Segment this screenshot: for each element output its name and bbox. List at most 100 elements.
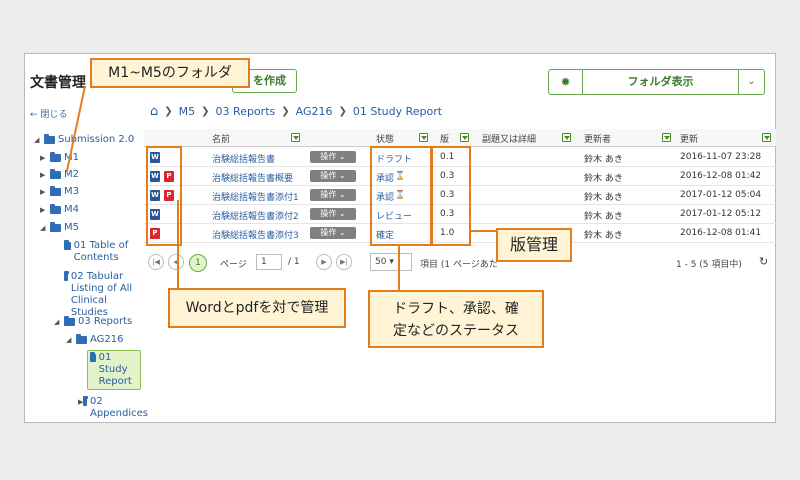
tree-item-toc[interactable]: 01 Table of Contents	[64, 240, 136, 264]
arrow-left-icon: ←	[30, 110, 38, 120]
chevron-down-icon[interactable]: ⌄	[738, 70, 764, 94]
doc-name[interactable]: 治験総括報告書概要	[212, 171, 293, 184]
filter-icon[interactable]	[460, 133, 469, 142]
doc-updated: 2016-11-07 23:28	[680, 152, 762, 162]
operation-button[interactable]: 操作 ⌄	[310, 189, 356, 201]
expanded-icon[interactable]: ◢	[34, 136, 44, 144]
filter-icon[interactable]	[562, 133, 571, 142]
doc-updated: 2017-01-12 05:04	[680, 190, 762, 200]
pager-summary: 1 - 5 (5 項目中)	[676, 260, 742, 270]
doc-updater: 鈴木 あき	[584, 193, 623, 203]
breadcrumb-separator: ❯	[201, 106, 210, 117]
leader-line-word-pdf	[177, 200, 179, 292]
breadcrumb-separator: ❯	[338, 106, 347, 117]
folder-icon	[83, 396, 88, 406]
tree-label: 02 Appendices	[89, 396, 148, 419]
tree-item-appendices[interactable]: ▶ 02 Appendices	[78, 396, 148, 420]
col-updated[interactable]: 更新	[680, 132, 698, 145]
filter-icon[interactable]	[291, 133, 300, 142]
tree-item-m4[interactable]: ▶ M4	[40, 204, 79, 216]
close-panel-link[interactable]: ← 閉じる	[30, 107, 67, 120]
collapsed-icon[interactable]: ▶	[40, 206, 50, 214]
filter-icon[interactable]	[419, 133, 428, 142]
expanded-icon[interactable]: ◢	[40, 224, 50, 232]
callout-word-pdf: Wordとpdfを対で管理	[168, 288, 346, 328]
doc-name[interactable]: 治験総括報告書添付2	[212, 209, 299, 222]
doc-updated: 2016-12-08 01:41	[680, 228, 762, 238]
callout-version: 版管理	[496, 228, 572, 262]
folder-icon	[50, 204, 61, 214]
prev-page-icon[interactable]: ◀	[168, 254, 184, 270]
folder-icon	[50, 169, 61, 179]
breadcrumb-study-report[interactable]: 01 Study Report	[353, 105, 442, 118]
filter-icon[interactable]	[762, 133, 771, 142]
doc-updated: 2017-01-12 05:12	[680, 209, 762, 219]
folder-view-label[interactable]: フォルダ表示	[583, 70, 738, 94]
home-icon[interactable]: ⌂	[150, 104, 158, 119]
tree-item-tabular[interactable]: 02 Tabular Listing of All Clinical Studi…	[64, 271, 140, 319]
collapsed-icon[interactable]: ▶	[40, 171, 50, 179]
doc-updater: 鈴木 あき	[584, 212, 623, 222]
operation-button[interactable]: 操作 ⌄	[310, 208, 356, 220]
folder-icon	[64, 316, 75, 326]
tree-label: M4	[64, 204, 79, 215]
tree-item-reports[interactable]: ◢ 03 Reports	[54, 316, 132, 328]
doc-updater: 鈴木 あき	[584, 231, 623, 241]
folder-icon	[50, 186, 61, 196]
tree-item-m3[interactable]: ▶ M3	[40, 186, 79, 198]
folder-icon	[50, 152, 61, 162]
tree-label: M3	[64, 186, 79, 197]
doc-name[interactable]: 治験総括報告書添付3	[212, 228, 299, 241]
current-page-button[interactable]: 1	[189, 254, 207, 272]
status-column-highlight	[370, 146, 432, 246]
doc-name[interactable]: 治験総括報告書	[212, 152, 275, 165]
operation-button[interactable]: 操作 ⌄	[310, 227, 356, 239]
pager: |◀ ◀ 1 ページ 1 / 1 ▶ ▶| 50 ▾ 項目 (1 ページあた 1…	[144, 251, 776, 273]
breadcrumb-separator: ❯	[164, 106, 173, 117]
filter-icon[interactable]	[662, 133, 671, 142]
refresh-icon[interactable]: ↻	[759, 255, 768, 268]
page-size-select[interactable]: 50 ▾	[370, 253, 412, 271]
page-size-value: 50	[375, 257, 387, 267]
first-page-icon[interactable]: |◀	[148, 254, 164, 270]
col-updater[interactable]: 更新者	[584, 132, 611, 145]
expanded-icon[interactable]: ◢	[66, 336, 76, 344]
folder-icon	[64, 271, 69, 281]
folder-icon	[90, 352, 96, 362]
operation-button[interactable]: 操作 ⌄	[310, 151, 356, 163]
folder-icon	[76, 334, 87, 344]
tree-label: 02 Tabular Listing of All Clinical Studi…	[70, 271, 133, 318]
close-label: 閉じる	[40, 110, 68, 120]
page-total: / 1	[288, 257, 300, 267]
next-page-icon[interactable]: ▶	[316, 254, 332, 270]
breadcrumb: ⌂ ❯ M5 ❯ 03 Reports ❯ AG216 ❯ 01 Study R…	[150, 104, 442, 119]
col-version[interactable]: 版	[440, 132, 449, 145]
operation-button[interactable]: 操作 ⌄	[310, 170, 356, 182]
tree-item-study-report[interactable]: 01 Study Report	[90, 352, 140, 388]
tree-label: M5	[64, 222, 79, 233]
leader-line-status	[398, 246, 400, 290]
tree-item-ag216[interactable]: ◢ AG216	[66, 334, 124, 346]
callout-folders: M1~M5のフォルダ	[90, 58, 250, 88]
breadcrumb-ag216[interactable]: AG216	[296, 105, 333, 118]
breadcrumb-reports[interactable]: 03 Reports	[216, 105, 276, 118]
doc-updater: 鈴木 あき	[584, 155, 623, 165]
tree-item-m1[interactable]: ▶ M1	[40, 152, 79, 164]
col-name[interactable]: 名前	[212, 132, 230, 145]
folder-view-dropdown[interactable]: ✹ フォルダ表示 ⌄	[548, 69, 765, 95]
last-page-icon[interactable]: ▶|	[336, 254, 352, 270]
doc-name[interactable]: 治験総括報告書添付1	[212, 190, 299, 203]
collapsed-icon[interactable]: ▶	[40, 154, 50, 162]
expanded-icon[interactable]: ◢	[54, 318, 64, 326]
col-status[interactable]: 状態	[376, 132, 394, 145]
collapsed-icon[interactable]: ▶	[40, 188, 50, 196]
tree-label: AG216	[90, 334, 124, 345]
col-title-detail[interactable]: 副題又は詳細	[482, 132, 536, 145]
page-input[interactable]: 1	[256, 254, 282, 270]
tree-item-m5[interactable]: ◢ M5	[40, 222, 79, 234]
app-title: 文書管理	[30, 75, 86, 91]
gear-icon[interactable]: ✹	[549, 70, 583, 94]
tree-item-m2[interactable]: ▶ M2	[40, 169, 79, 181]
tree-item-submission[interactable]: ◢ Submission 2.0	[34, 134, 134, 146]
breadcrumb-m5[interactable]: M5	[179, 105, 196, 118]
